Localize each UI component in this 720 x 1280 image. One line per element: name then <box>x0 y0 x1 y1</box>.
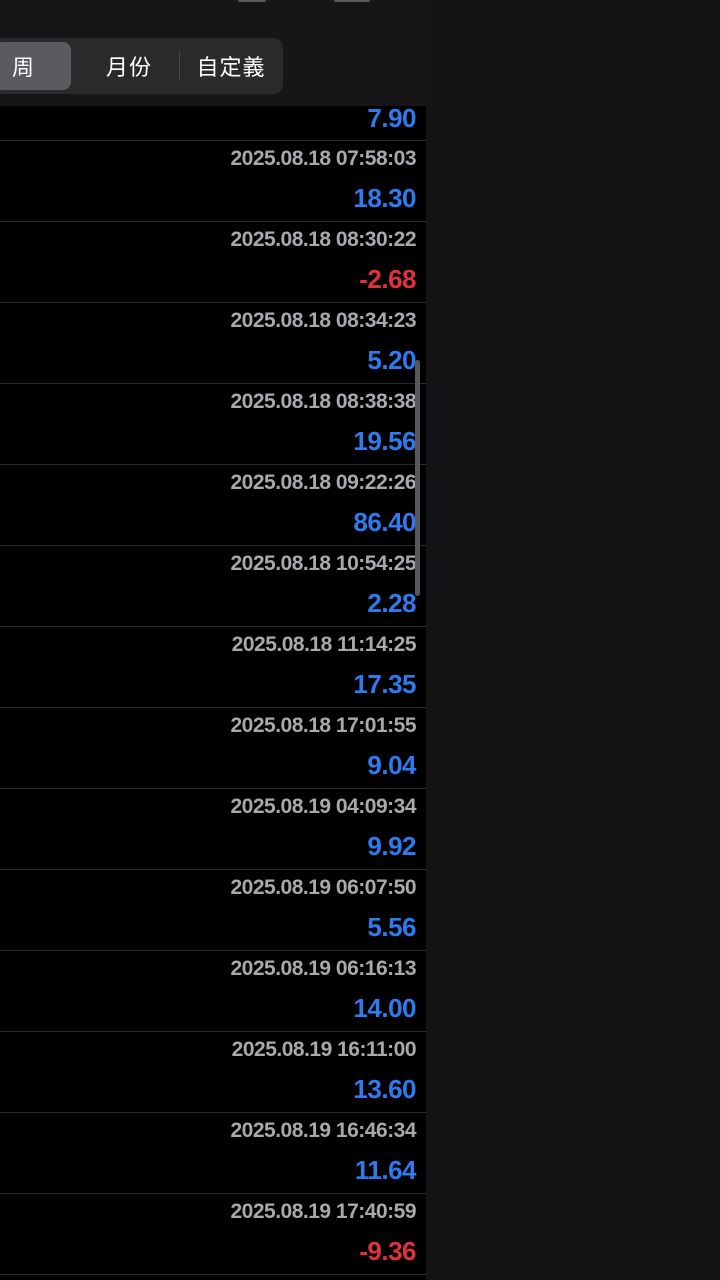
trade-row[interactable]: 2025.08.18 08:34:23 5.20 <box>0 303 426 384</box>
trade-row[interactable]: 2025.08.19 04:09:34 9.92 <box>0 789 426 870</box>
trade-row[interactable]: 2025.08.19 16:46:34 11.64 <box>0 1113 426 1194</box>
profit-value: 9.04 <box>367 750 416 780</box>
trade-row[interactable]: 2025.08.18 08:38:38 19.56 <box>0 384 426 465</box>
trade-row[interactable]: 2025.08.18 08:30:22 -2.68 <box>0 222 426 303</box>
trade-row[interactable]: 2025.08.19 06:07:50 5.56 <box>0 870 426 951</box>
profit-value: 86.40 <box>353 507 416 537</box>
trade-row[interactable]: 7.90 <box>0 103 426 141</box>
trade-row[interactable]: 2025.08.19 06:16:13 14.00 <box>0 951 426 1032</box>
trade-row[interactable]: 2025.08.18 09:22:26 86.40 <box>0 465 426 546</box>
profit-value: 2.28 <box>367 588 416 618</box>
trade-timestamp: 2025.08.19 16:11:00 <box>231 1038 417 1061</box>
trade-timestamp: 2025.08.19 17:40:59 <box>230 1200 417 1223</box>
trade-timestamp: 2025.08.18 08:38:38 <box>230 390 417 413</box>
profit-value: 7.90 <box>367 103 416 133</box>
trade-timestamp: 2025.08.19 06:07:50 <box>230 876 417 899</box>
profit-value: 17.35 <box>353 669 416 699</box>
period-segmented-control: 周 月份 自定義 <box>0 38 283 94</box>
toolbar-hint <box>334 0 370 2</box>
segment-divider <box>179 52 180 80</box>
trade-row[interactable]: 2025.08.18 11:14:25 17.35 <box>0 627 426 708</box>
profit-value: 19.56 <box>353 426 416 456</box>
trade-timestamp: 2025.08.19 06:16:13 <box>230 957 417 980</box>
period-month-tab[interactable]: 月份 <box>88 42 170 90</box>
period-custom-tab[interactable]: 自定義 <box>185 42 277 90</box>
profit-value: 14.00 <box>353 993 416 1023</box>
profit-value: 5.56 <box>367 912 416 942</box>
profit-value: 11.64 <box>354 1155 417 1185</box>
trade-timestamp: 2025.08.19 04:09:34 <box>230 795 417 818</box>
profit-value: 13.60 <box>353 1074 416 1104</box>
trade-timestamp: 2025.08.18 07:58:03 <box>230 147 417 170</box>
trade-timestamp: 2025.08.18 10:54:25 <box>230 552 417 575</box>
scrollbar[interactable] <box>415 360 420 596</box>
trade-history-list: 7.90 2025.08.18 07:58:03 18.30 2025.08.18 … <box>0 103 426 1275</box>
history-panel: 周 月份 自定義 7.90 2025.08.18 07:58:03 18.30 20… <box>0 0 426 1280</box>
toolbar-hint <box>238 0 266 2</box>
trade-timestamp: 2025.08.19 16:46:34 <box>230 1119 417 1142</box>
filter-header: 周 月份 自定義 <box>0 0 426 106</box>
trade-timestamp: 2025.08.18 17:01:55 <box>230 714 417 737</box>
trade-row[interactable]: 2025.08.19 16:11:00 13.60 <box>0 1032 426 1113</box>
profit-value: -9.36 <box>359 1236 416 1266</box>
trade-row[interactable]: 2025.08.19 17:40:59 -9.36 <box>0 1194 426 1275</box>
trade-timestamp: 2025.08.18 09:22:26 <box>230 471 417 494</box>
profit-value: -2.68 <box>359 264 416 294</box>
trade-timestamp: 2025.08.18 08:30:22 <box>230 228 417 251</box>
trade-row[interactable]: 2025.08.18 17:01:55 9.04 <box>0 708 426 789</box>
trade-row[interactable]: 2025.08.18 07:58:03 18.30 <box>0 141 426 222</box>
trade-row[interactable]: 2025.08.18 10:54:25 2.28 <box>0 546 426 627</box>
period-week-tab[interactable]: 周 <box>0 42 71 90</box>
profit-value: 5.20 <box>367 345 416 375</box>
trade-timestamp: 2025.08.18 11:14:25 <box>231 633 417 656</box>
profit-value: 18.30 <box>353 183 416 213</box>
profit-value: 9.92 <box>367 831 416 861</box>
trade-timestamp: 2025.08.18 08:34:23 <box>230 309 417 332</box>
